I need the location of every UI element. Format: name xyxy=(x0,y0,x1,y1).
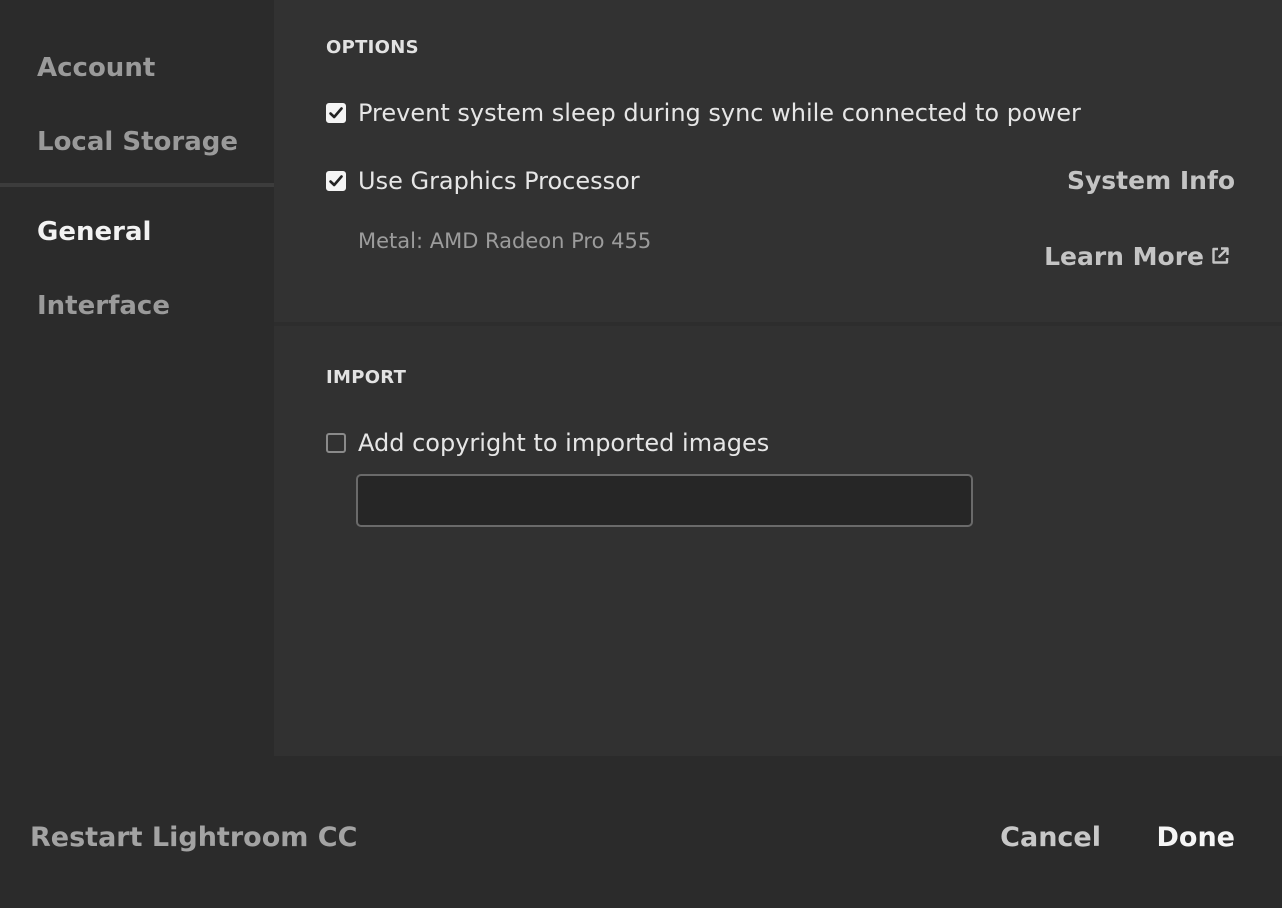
preferences-window: Account Local Storage General Interface … xyxy=(0,0,1282,908)
sidebar-item-general[interactable]: General xyxy=(37,219,151,245)
options-panel: OPTIONS Prevent system sleep during sync… xyxy=(274,0,1282,322)
panel-separator xyxy=(274,322,1282,326)
sidebar-item-local-storage[interactable]: Local Storage xyxy=(37,129,238,155)
learn-more-link[interactable]: Learn More xyxy=(1044,244,1230,269)
main-content: OPTIONS Prevent system sleep during sync… xyxy=(274,0,1282,756)
import-section-title: IMPORT xyxy=(326,367,407,388)
checkmark-icon xyxy=(329,175,343,187)
done-button[interactable]: Done xyxy=(1157,824,1236,851)
sidebar-item-interface[interactable]: Interface xyxy=(37,293,170,319)
gpu-info-text: Metal: AMD Radeon Pro 455 xyxy=(358,229,652,253)
checkmark-icon xyxy=(329,107,343,119)
cancel-button[interactable]: Cancel xyxy=(1000,824,1101,851)
system-info-button[interactable]: System Info xyxy=(1067,168,1235,193)
options-section-title: OPTIONS xyxy=(326,37,419,58)
add-copyright-checkbox[interactable] xyxy=(326,433,346,453)
prevent-sleep-checkbox[interactable] xyxy=(326,103,346,123)
add-copyright-label: Add copyright to imported images xyxy=(358,429,770,457)
sidebar: Account Local Storage General Interface xyxy=(0,0,274,756)
sidebar-item-account[interactable]: Account xyxy=(37,55,155,81)
sidebar-divider xyxy=(0,183,274,187)
footer: Restart Lightroom CC Cancel Done xyxy=(0,756,1282,908)
copyright-text-field[interactable] xyxy=(356,474,973,527)
use-gpu-label: Use Graphics Processor xyxy=(358,167,640,195)
use-gpu-checkbox[interactable] xyxy=(326,171,346,191)
learn-more-label: Learn More xyxy=(1044,242,1204,271)
prevent-sleep-label: Prevent system sleep during sync while c… xyxy=(358,99,1081,127)
external-link-icon xyxy=(1212,247,1229,264)
restart-lightroom-button[interactable]: Restart Lightroom CC xyxy=(30,824,357,851)
